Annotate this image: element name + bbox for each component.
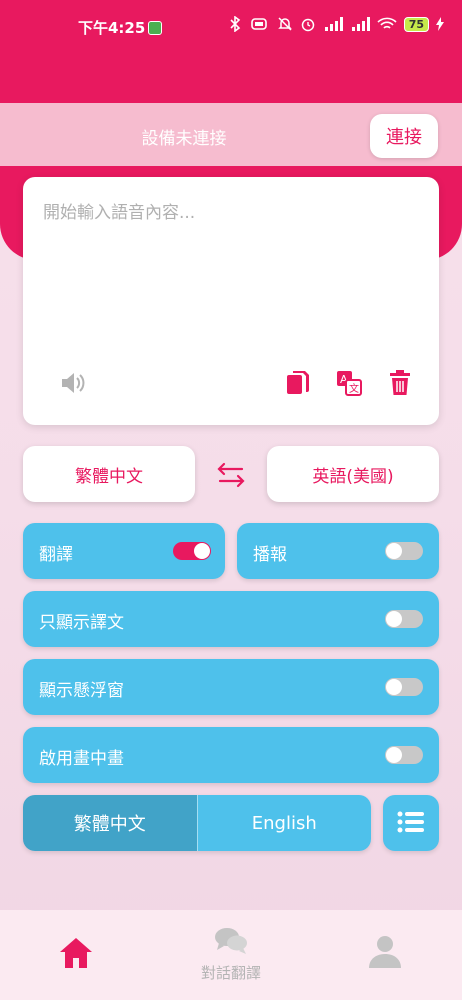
- display-language-option-chinese[interactable]: 繁體中文: [23, 795, 198, 851]
- only-translation-switch[interactable]: [385, 610, 423, 628]
- charging-icon: [436, 17, 444, 31]
- display-language-segmented: 繁體中文 English: [23, 795, 371, 851]
- translate-icon[interactable]: A 文: [334, 368, 364, 398]
- translate-toggle-label: 翻譯: [39, 545, 73, 565]
- pip-label: 啟用畫中畫: [39, 749, 124, 769]
- speech-input-card: A 文: [23, 177, 439, 425]
- only-translation-toggle-card[interactable]: 只顯示譯文: [23, 591, 439, 647]
- nav-profile[interactable]: [325, 910, 445, 1000]
- translate-switch[interactable]: [173, 542, 211, 560]
- target-language-button[interactable]: 英語(美國): [267, 446, 439, 502]
- svg-text:文: 文: [349, 382, 359, 395]
- list-button[interactable]: [383, 795, 439, 851]
- swap-icon[interactable]: [214, 460, 248, 490]
- switch-knob: [386, 611, 402, 627]
- list-icon: [397, 811, 424, 832]
- bluetooth-icon: [230, 16, 240, 32]
- nav-conversation[interactable]: 對話翻譯: [171, 910, 291, 1000]
- broadcast-toggle-label: 播報: [253, 545, 287, 565]
- floating-window-switch[interactable]: [385, 678, 423, 696]
- pip-toggle-card[interactable]: 啟用畫中畫: [23, 727, 439, 783]
- pip-switch[interactable]: [385, 746, 423, 764]
- status-time: 下午4:25: [78, 17, 163, 38]
- only-translation-label: 只顯示譯文: [39, 613, 124, 633]
- home-icon: [60, 938, 92, 968]
- trash-icon[interactable]: [385, 368, 415, 398]
- notification-icon: [148, 21, 163, 35]
- alarm-icon: [301, 18, 314, 32]
- translate-toggle-card[interactable]: 翻譯: [23, 523, 225, 579]
- status-bar: 下午4:25 75: [0, 0, 462, 56]
- source-language-button[interactable]: 繁體中文: [23, 446, 195, 502]
- status-icons: 75: [229, 16, 444, 32]
- speaker-icon[interactable]: [57, 368, 87, 398]
- switch-knob: [386, 747, 402, 763]
- speech-input[interactable]: [43, 198, 413, 338]
- floating-window-toggle-card[interactable]: 顯示懸浮窗: [23, 659, 439, 715]
- wifi-icon: [377, 17, 397, 29]
- switch-knob: [194, 543, 210, 559]
- nav-home[interactable]: [16, 910, 136, 1000]
- nav-conversation-label: 對話翻譯: [200, 964, 261, 982]
- switch-knob: [386, 543, 402, 559]
- broadcast-toggle-card[interactable]: 播報: [237, 523, 439, 579]
- bottom-navigation: 對話翻譯: [0, 910, 462, 1000]
- signal-icon: [324, 17, 343, 31]
- broadcast-switch[interactable]: [385, 542, 423, 560]
- signal-icon-2: [351, 17, 370, 31]
- chat-icon: [215, 928, 247, 954]
- floating-window-label: 顯示懸浮窗: [39, 681, 124, 701]
- display-language-option-english[interactable]: English: [197, 795, 371, 851]
- profile-icon: [369, 936, 401, 968]
- copy-icon[interactable]: [283, 368, 313, 398]
- connection-bar: 設備未連接 連接: [0, 103, 462, 166]
- connect-button[interactable]: 連接: [370, 114, 438, 158]
- vibrate-icon: [250, 18, 267, 30]
- connection-status: 設備未連接: [141, 129, 227, 149]
- switch-knob: [386, 679, 402, 695]
- mute-icon: [277, 17, 292, 31]
- battery-indicator: 75: [403, 16, 429, 32]
